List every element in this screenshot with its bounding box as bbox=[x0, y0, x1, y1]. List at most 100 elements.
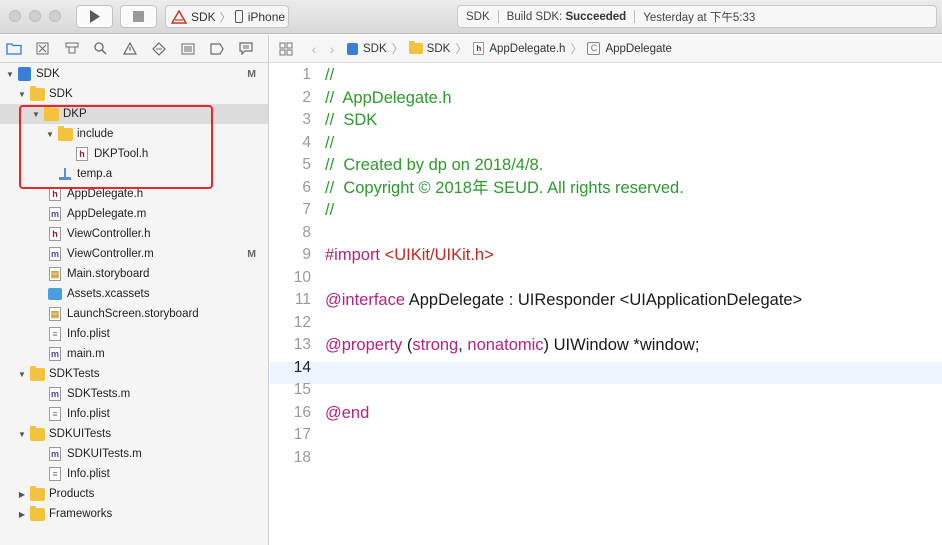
activity-status-bar: SDK Build SDK: Succeeded Yesterday at 下午… bbox=[457, 5, 937, 28]
asset-catalog-icon bbox=[48, 288, 62, 300]
tree-item-sdk-group[interactable]: ▼ SDK bbox=[0, 84, 268, 104]
search-icon[interactable] bbox=[92, 40, 109, 57]
tree-item-include[interactable]: ▼ include bbox=[0, 124, 268, 144]
implementation-file-icon: m bbox=[49, 447, 61, 461]
tree-item-info-plist[interactable]: ▼ ≡ Info.plist bbox=[0, 464, 268, 484]
implementation-file-icon: m bbox=[49, 247, 61, 261]
tree-item-info-plist[interactable]: ▼ ≡ Info.plist bbox=[0, 404, 268, 424]
folder-icon bbox=[44, 105, 59, 121]
tree-item-appdelegate-m[interactable]: ▼ m AppDelegate.m bbox=[0, 204, 268, 224]
chevron-right-icon: 〉 bbox=[455, 42, 468, 56]
related-items-grid-icon[interactable] bbox=[279, 42, 293, 56]
minimize-window-button[interactable] bbox=[29, 10, 41, 22]
iphone-icon bbox=[234, 10, 243, 23]
tree-item-dkp[interactable]: ▼ DKP bbox=[0, 104, 268, 124]
warning-icon[interactable] bbox=[121, 40, 138, 57]
folder-icon bbox=[30, 85, 45, 101]
tree-item-sdktests[interactable]: ▼ SDKTests bbox=[0, 364, 268, 384]
jump-bar: ‹ › SDK 〉 SDK 〉 h AppDelegate.h 〉 C AppD… bbox=[270, 35, 942, 63]
tree-item-viewcontroller-h[interactable]: ▼ h ViewController.h bbox=[0, 224, 268, 244]
line-number: 3 bbox=[302, 111, 311, 128]
tree-item-main-storyboard[interactable]: ▼ ▤ Main.storyboard bbox=[0, 264, 268, 284]
tree-item-appdelegate-h[interactable]: ▼ h AppDelegate.h bbox=[0, 184, 268, 204]
source-control-icon[interactable] bbox=[34, 40, 51, 57]
code-line: @end bbox=[325, 402, 935, 425]
disclosure-down-icon[interactable]: ▼ bbox=[5, 70, 15, 79]
tree-item-launchscreen[interactable]: ▼ ▤ LaunchScreen.storyboard bbox=[0, 304, 268, 324]
line-number: 12 bbox=[293, 313, 311, 331]
tree-item-viewcontroller-m[interactable]: ▼ m ViewController.m M bbox=[0, 244, 268, 264]
disclosure-down-icon[interactable]: ▼ bbox=[17, 370, 27, 379]
tree-item-sdkuitests[interactable]: ▼ SDKUITests bbox=[0, 424, 268, 444]
line-number: 14 bbox=[293, 358, 311, 376]
code-line: #import <UIKit/UIKit.h> bbox=[325, 244, 935, 267]
tree-item-info-plist[interactable]: ▼ ≡ Info.plist bbox=[0, 324, 268, 344]
line-number: 8 bbox=[302, 223, 311, 241]
tree-item-products[interactable]: ▶ Products bbox=[0, 484, 268, 504]
tree-item-dkptool-h[interactable]: ▼ h DKPTool.h bbox=[0, 144, 268, 164]
close-window-button[interactable] bbox=[9, 10, 21, 22]
folder-icon bbox=[30, 485, 45, 501]
breadcrumb-file[interactable]: h AppDelegate.h bbox=[472, 42, 565, 55]
modified-badge: M bbox=[247, 248, 256, 260]
folder-icon bbox=[58, 125, 73, 141]
code-content[interactable]: // // AppDelegate.h // SDK // // Created… bbox=[325, 64, 935, 469]
xcode-app-icon bbox=[171, 9, 187, 24]
back-arrow-icon[interactable]: ‹ bbox=[305, 41, 323, 57]
code-line: @interface AppDelegate : UIResponder <UI… bbox=[325, 289, 935, 312]
hierarchy-icon[interactable] bbox=[63, 40, 80, 57]
code-line: // bbox=[325, 66, 335, 84]
stop-icon bbox=[133, 11, 144, 22]
debug-icon[interactable] bbox=[179, 40, 196, 57]
code-line: // Copyright © 2018年 SEUD. All rights re… bbox=[325, 178, 684, 197]
window-toolbar: SDK 〉 iPhone SDK Build SDK: Succeeded Ye… bbox=[0, 0, 942, 34]
folder-icon[interactable] bbox=[5, 40, 22, 57]
line-number: 15 bbox=[293, 381, 311, 398]
tree-item-sdk-project[interactable]: ▼ SDK M bbox=[0, 64, 268, 84]
breadcrumb-label: AppDelegate bbox=[605, 42, 672, 55]
line-number: 16 bbox=[293, 403, 311, 421]
forward-arrow-icon[interactable]: › bbox=[323, 41, 341, 57]
disclosure-down-icon[interactable]: ▼ bbox=[17, 90, 27, 99]
disclosure-down-icon[interactable]: ▼ bbox=[45, 130, 55, 139]
tree-item-main-m[interactable]: ▼ m main.m bbox=[0, 344, 268, 364]
breadcrumb-project[interactable]: SDK bbox=[347, 42, 387, 55]
plist-file-icon: ≡ bbox=[49, 467, 61, 481]
breadcrumb-group[interactable]: SDK bbox=[408, 41, 450, 55]
zoom-window-button[interactable] bbox=[49, 10, 61, 22]
disclosure-down-icon[interactable]: ▼ bbox=[17, 430, 27, 439]
plist-file-icon: ≡ bbox=[49, 327, 61, 341]
line-number: 7 bbox=[302, 201, 311, 218]
plist-file-icon: ≡ bbox=[49, 407, 61, 421]
tree-item-label: Info.plist bbox=[67, 328, 110, 340]
property-keyword: @property bbox=[325, 336, 403, 354]
run-button[interactable] bbox=[76, 5, 113, 28]
tree-item-label: AppDelegate.m bbox=[67, 208, 147, 220]
tree-item-sdkuitests-m[interactable]: ▼ m SDKUITests.m bbox=[0, 444, 268, 464]
line-number: 11 bbox=[294, 291, 311, 308]
disclosure-down-icon[interactable]: ▼ bbox=[31, 110, 41, 119]
disclosure-right-icon[interactable]: ▶ bbox=[17, 490, 27, 499]
tree-item-frameworks[interactable]: ▶ Frameworks bbox=[0, 504, 268, 524]
tree-item-label: SDK bbox=[49, 88, 73, 100]
test-diamond-icon[interactable] bbox=[150, 40, 167, 57]
disclosure-right-icon[interactable]: ▶ bbox=[17, 510, 27, 519]
tree-item-temp-a[interactable]: ▼ temp.a bbox=[0, 164, 268, 184]
breakpoint-icon[interactable] bbox=[208, 40, 225, 57]
strong-keyword: strong bbox=[412, 336, 459, 354]
chevron-right-icon: 〉 bbox=[391, 42, 404, 56]
tree-item-sdktests-m[interactable]: ▼ m SDKTests.m bbox=[0, 384, 268, 404]
source-editor[interactable]: 1 2 3 4 5 6 7 8 9 10 11 12 13 14 15 16 17 18 // // AppDel… bbox=[270, 64, 942, 545]
tree-item-assets[interactable]: ▼ Assets.xcassets bbox=[0, 284, 268, 304]
status-divider bbox=[497, 10, 499, 23]
breadcrumb-symbol[interactable]: C AppDelegate bbox=[587, 42, 672, 55]
stop-button[interactable] bbox=[120, 5, 157, 28]
line-number: 10 bbox=[293, 268, 311, 286]
scheme-selector[interactable]: SDK 〉 iPhone bbox=[165, 5, 289, 28]
report-icon[interactable] bbox=[237, 40, 254, 57]
play-icon bbox=[89, 10, 100, 23]
tree-item-label: SDKUITests.m bbox=[67, 448, 142, 460]
